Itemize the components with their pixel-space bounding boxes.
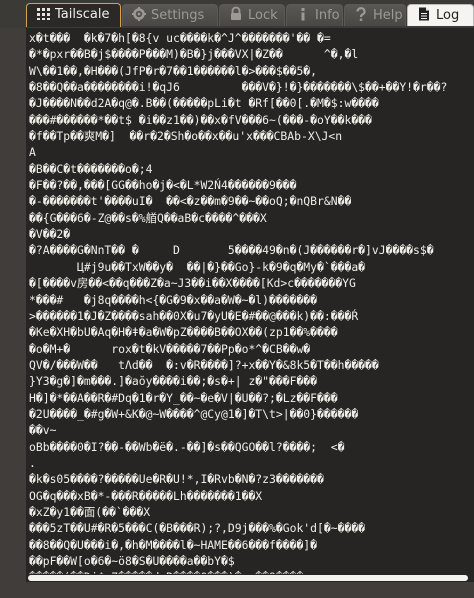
info-icon [295, 6, 311, 22]
tab-lock[interactable]: Lock [219, 4, 285, 26]
tab-label: Info [315, 8, 340, 23]
tab-label: Help [373, 8, 403, 23]
log-view[interactable]: x�t��� �k�7�h[�8{v uc����k�^J^�������'��… [26, 28, 474, 574]
tab-label: Settings [151, 8, 205, 23]
help-icon [353, 6, 369, 22]
log-window: Tailscale Settings Lock Info Help Log x�… [0, 0, 474, 598]
tab-bar: Tailscale Settings Lock Info Help Log [0, 0, 474, 29]
grid-icon [35, 5, 51, 21]
log-text: x�t��� �k�7�h[�8{v uc����k�^J^�������'��… [29, 31, 448, 574]
gear-icon [131, 6, 147, 22]
scrollbar-thumb[interactable] [28, 575, 468, 581]
tab-help[interactable]: Help [344, 4, 406, 26]
tab-label: Log [436, 8, 460, 23]
tab-settings[interactable]: Settings [122, 4, 218, 26]
horizontal-scrollbar[interactable] [26, 574, 474, 582]
tab-info[interactable]: Info [286, 4, 343, 26]
window-margin [0, 28, 26, 598]
document-icon [416, 6, 432, 22]
tab-log[interactable]: Log [407, 4, 474, 26]
lock-icon [228, 6, 244, 22]
tab-tailscale[interactable]: Tailscale [26, 3, 121, 27]
tab-label: Lock [248, 8, 278, 23]
tab-label: Tailscale [55, 7, 110, 22]
